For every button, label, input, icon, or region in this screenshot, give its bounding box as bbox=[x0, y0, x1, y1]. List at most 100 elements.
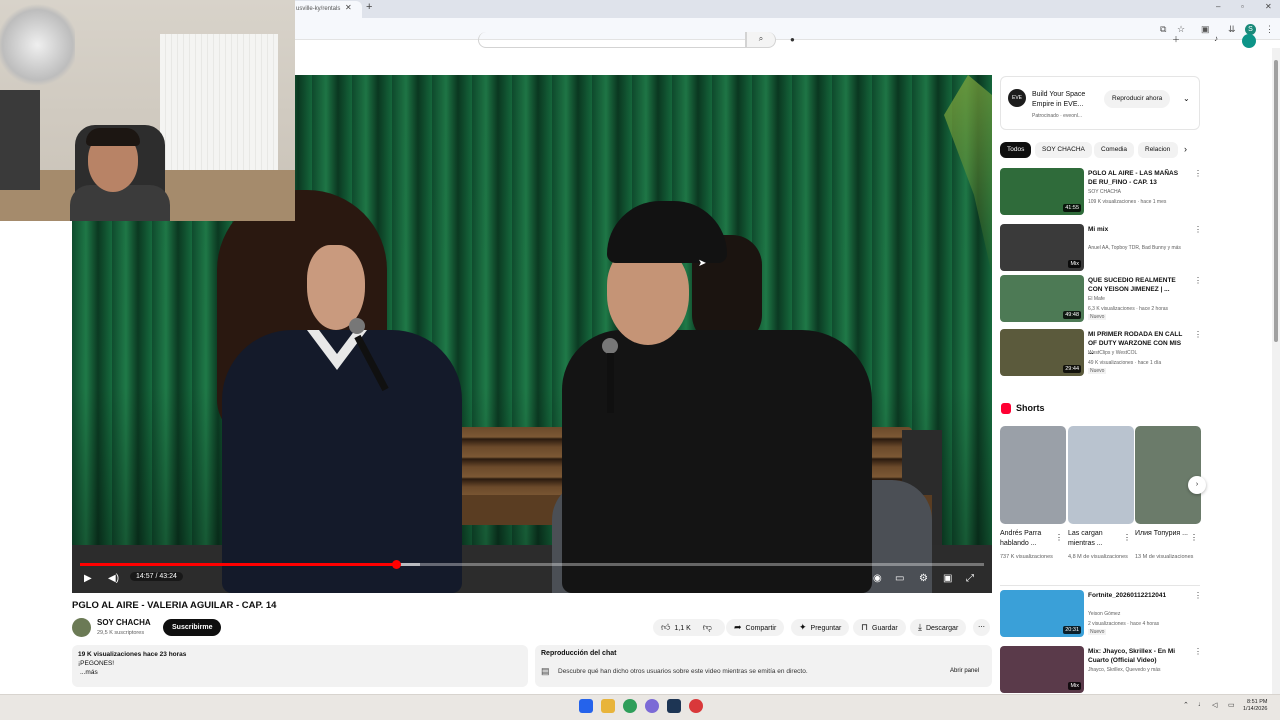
close-window-icon[interactable]: ✕ bbox=[1265, 2, 1272, 11]
video-thumbnail[interactable]: 29:44 bbox=[1000, 329, 1084, 376]
channel-name[interactable]: Yeison Gómez bbox=[1088, 610, 1198, 618]
more-options-icon[interactable]: ⋮ bbox=[1194, 276, 1202, 285]
close-tab-icon[interactable]: ✕ bbox=[345, 3, 352, 12]
new-tab-button[interactable]: + bbox=[366, 1, 372, 13]
extensions-icon[interactable]: ▣ bbox=[1201, 24, 1210, 35]
miniplayer-icon[interactable]: ▣ bbox=[943, 573, 952, 584]
mouse-cursor-icon: ➤ bbox=[698, 258, 707, 269]
short-views: 737 K visualizaciones bbox=[1000, 554, 1053, 560]
maximize-icon[interactable]: ▫ bbox=[1241, 2, 1244, 11]
like-dislike-group[interactable]: 👍︎ 1,1 K 👎︎ bbox=[653, 619, 725, 636]
thumbs-up-icon[interactable]: 👍︎ bbox=[661, 622, 670, 632]
video-meta: 49 K visualizaciones · hace 1 día bbox=[1088, 360, 1162, 366]
short-thumbnail[interactable] bbox=[1000, 426, 1066, 524]
share-button[interactable]: ➦ Compartir bbox=[726, 619, 785, 636]
tray-chevron-icon[interactable]: ⌃ bbox=[1183, 701, 1189, 709]
game-app-icon[interactable] bbox=[689, 699, 703, 713]
channel-name[interactable]: SOY CHACHA bbox=[97, 618, 151, 627]
channel-name[interactable]: Jhayco, Skrillex, Quevedo y más bbox=[1088, 666, 1198, 674]
autoplay-toggle-icon[interactable]: ◉ bbox=[873, 573, 882, 584]
chip-all[interactable]: Todos bbox=[1000, 142, 1032, 158]
notifications-bell-icon[interactable]: ♪ bbox=[1214, 34, 1218, 43]
file-explorer-icon[interactable] bbox=[601, 699, 615, 713]
ask-button[interactable]: ✦ Preguntar bbox=[791, 619, 850, 636]
install-icon[interactable]: ⧉ bbox=[1160, 24, 1166, 35]
channel-name[interactable]: SOY CHACHA bbox=[1088, 188, 1198, 196]
open-panel-button[interactable]: Abrir panel bbox=[944, 666, 985, 676]
browser-menu-icon[interactable]: ⋮ bbox=[1265, 24, 1274, 35]
play-icon[interactable]: ▶ bbox=[84, 573, 92, 584]
minimize-icon[interactable]: – bbox=[1216, 2, 1220, 11]
subscribe-button[interactable]: Suscribirme bbox=[163, 619, 222, 636]
video-title-link[interactable]: Fortnite_20260112212041 bbox=[1088, 591, 1188, 600]
settings-gear-icon[interactable]: ⚙ bbox=[919, 573, 928, 584]
more-options-icon[interactable]: ⋮ bbox=[1194, 169, 1202, 178]
subtitles-icon[interactable]: ▭ bbox=[895, 573, 904, 584]
account-avatar[interactable] bbox=[1242, 34, 1256, 48]
volume-icon[interactable]: ◀) bbox=[108, 573, 119, 584]
fullscreen-icon[interactable]: ⤢ bbox=[966, 573, 974, 584]
short-views: 13 M de visualizaciones bbox=[1135, 554, 1194, 560]
video-thumbnail[interactable]: 20:31 bbox=[1000, 590, 1084, 637]
downloads-icon[interactable]: ⇊ bbox=[1228, 24, 1236, 35]
microphone-icon[interactable]: ● bbox=[790, 35, 795, 44]
thumbs-down-icon[interactable]: 👎︎ bbox=[703, 622, 712, 632]
more-options-icon[interactable]: ⋮ bbox=[1194, 591, 1202, 600]
battery-tray-icon[interactable]: ▭ bbox=[1228, 701, 1235, 709]
duration-badge: 29:44 bbox=[1063, 365, 1081, 373]
more-options-icon[interactable]: ⋮ bbox=[1194, 330, 1202, 339]
new-badge: Nuevo bbox=[1088, 314, 1107, 320]
new-badge: Nuevo bbox=[1088, 368, 1107, 374]
description-text: ¡PEGONES! bbox=[78, 660, 115, 667]
short-thumbnail[interactable] bbox=[1068, 426, 1134, 524]
channel-name[interactable]: WestClips y WestCOL bbox=[1088, 349, 1198, 357]
steam-icon[interactable] bbox=[667, 699, 681, 713]
chevron-right-icon[interactable]: › bbox=[1184, 144, 1187, 154]
show-more-link[interactable]: ...más bbox=[80, 668, 522, 678]
ad-title[interactable]: Build Your Space Empire in EVE... bbox=[1032, 90, 1102, 110]
short-title[interactable]: Las cargan mientras ... bbox=[1068, 529, 1122, 549]
chrome-icon[interactable] bbox=[623, 699, 637, 713]
more-options-icon[interactable]: ⋮ bbox=[1194, 225, 1202, 234]
more-options-icon[interactable]: ⋮ bbox=[1123, 533, 1131, 542]
search-icon[interactable]: ⌕ bbox=[746, 32, 776, 48]
more-options-icon[interactable]: ⋮ bbox=[1190, 533, 1198, 542]
windows-start-icon[interactable] bbox=[579, 699, 593, 713]
chevron-down-icon[interactable]: ⌄ bbox=[1183, 94, 1190, 103]
video-title-link[interactable]: QUE SUCEDIO REALMENTE CON YEISON JIMENEZ… bbox=[1088, 276, 1188, 294]
create-icon[interactable]: ＋ bbox=[1172, 34, 1180, 45]
progress-fill bbox=[80, 563, 397, 566]
description-box[interactable]: 19 K visualizaciones hace 23 horas ¡PEGO… bbox=[72, 645, 528, 687]
shorts-next-arrow-icon[interactable]: › bbox=[1188, 476, 1206, 494]
channel-avatar[interactable] bbox=[72, 618, 91, 637]
video-thumbnail[interactable]: Mix bbox=[1000, 224, 1084, 271]
video-thumbnail[interactable]: 49:48 bbox=[1000, 275, 1084, 322]
download-button[interactable]: ⤓ Descargar bbox=[910, 619, 967, 636]
more-actions-icon[interactable]: ⋯ bbox=[973, 619, 990, 636]
chip-comedia[interactable]: Comedia bbox=[1094, 142, 1135, 158]
short-thumbnail[interactable] bbox=[1135, 426, 1201, 524]
duration-badge: 49:48 bbox=[1063, 311, 1081, 319]
search-input[interactable] bbox=[478, 32, 746, 48]
video-title-link[interactable]: PGLO AL AIRE - LAS MAÑAS DE RU_FINO - CA… bbox=[1088, 169, 1188, 187]
chip-relacionado[interactable]: Relacion bbox=[1138, 142, 1178, 158]
more-options-icon[interactable]: ⋮ bbox=[1194, 647, 1202, 656]
speaker-tray-icon[interactable]: ◁ bbox=[1212, 701, 1217, 709]
channel-name[interactable]: El Mafe bbox=[1088, 295, 1198, 303]
play-now-button[interactable]: Reproducir ahora bbox=[1104, 90, 1171, 108]
microphone-tray-icon[interactable]: ♩ bbox=[1198, 701, 1205, 708]
save-button[interactable]: ⊓ Guardar bbox=[853, 619, 906, 636]
video-title-link[interactable]: Mi mix bbox=[1088, 225, 1188, 234]
short-title[interactable]: Andrés Parra hablando ... bbox=[1000, 529, 1054, 549]
more-options-icon[interactable]: ⋮ bbox=[1055, 533, 1063, 542]
video-thumbnail[interactable]: Mix bbox=[1000, 646, 1084, 693]
scrollbar-thumb[interactable] bbox=[1274, 60, 1278, 342]
duration-badge: Mix bbox=[1068, 682, 1081, 690]
video-thumbnail[interactable]: 41:55 bbox=[1000, 168, 1084, 215]
system-clock[interactable]: 8:51 PM 1/14/2026 bbox=[1243, 699, 1267, 713]
channel-name[interactable]: Anuel AA, Topboy TDR, Bad Bunny y más bbox=[1088, 244, 1198, 252]
discord-icon[interactable] bbox=[645, 699, 659, 713]
chip-soy-chacha[interactable]: SOY CHACHA bbox=[1035, 142, 1092, 158]
short-title[interactable]: Илия Топурия ... bbox=[1135, 529, 1189, 539]
video-title-link[interactable]: Mix: Jhayco, Skrillex - En Mi Cuarto (Of… bbox=[1088, 647, 1188, 665]
